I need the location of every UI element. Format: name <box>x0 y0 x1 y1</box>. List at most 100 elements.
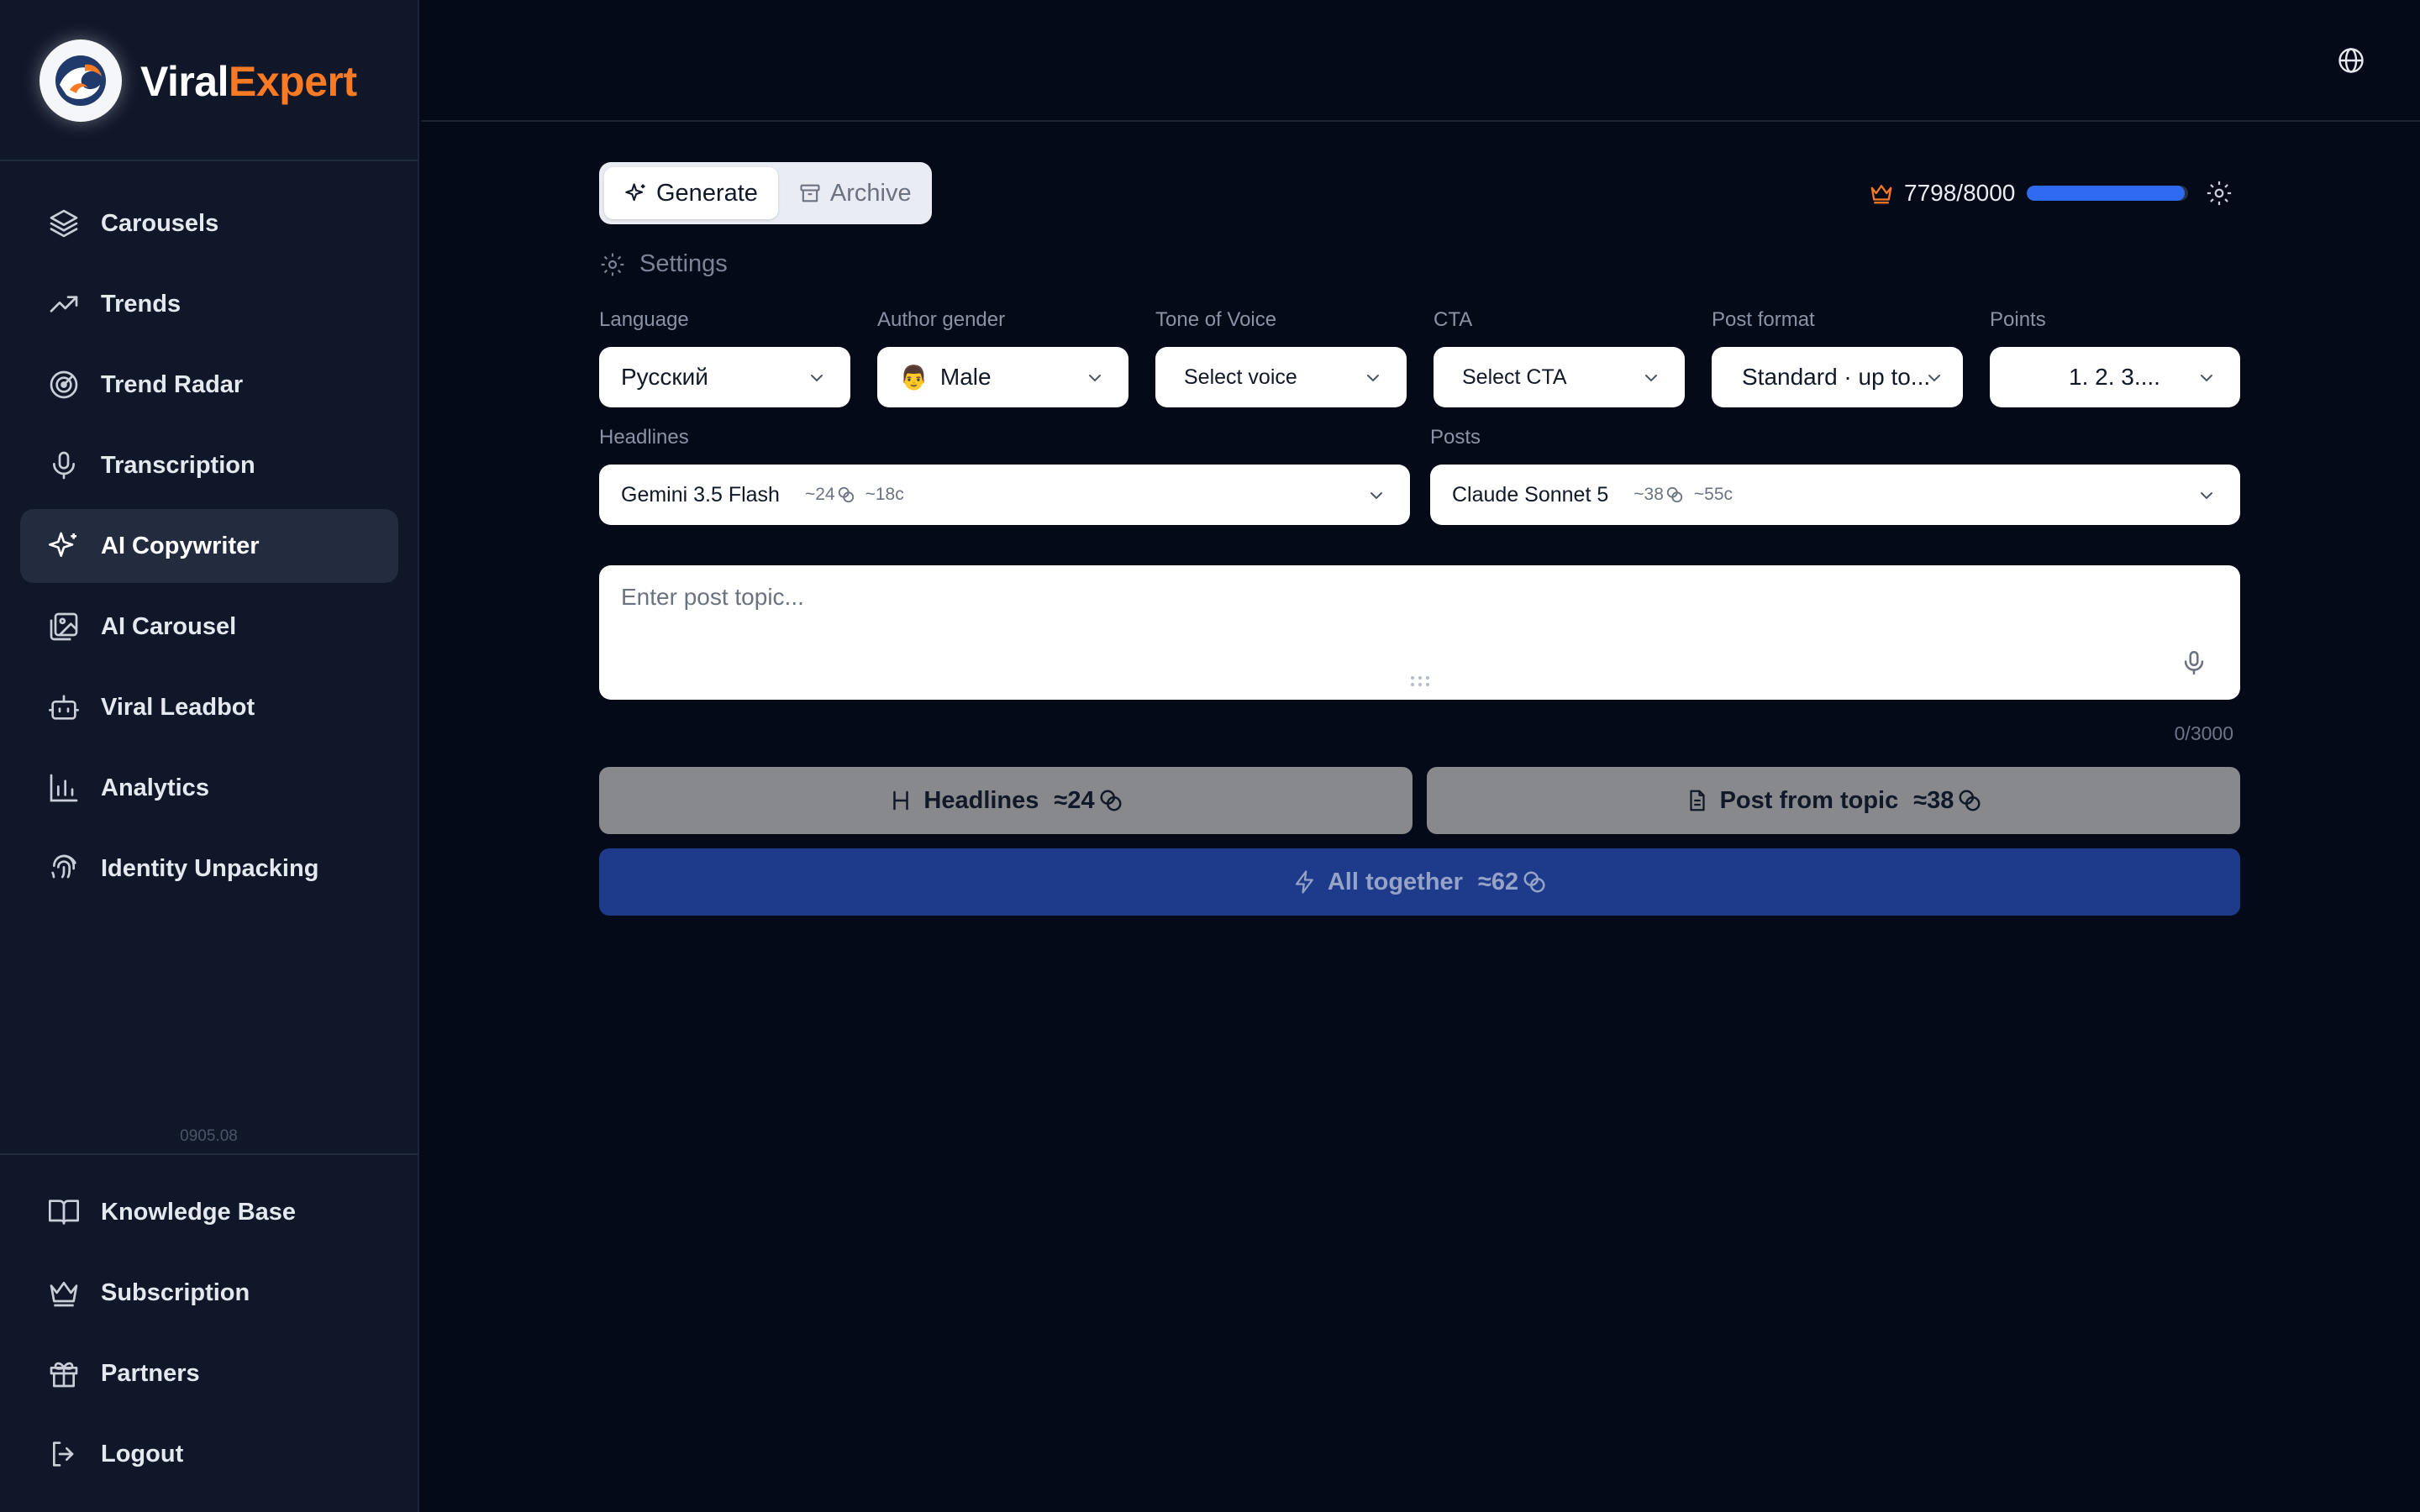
tab-generate[interactable]: Generate <box>604 167 778 219</box>
language-value: Русский <box>621 364 708 390</box>
tab-label: Archive <box>829 179 912 207</box>
settings-toggle[interactable]: Settings <box>599 250 728 278</box>
tab-label: Generate <box>656 179 758 207</box>
crown-icon <box>50 1282 78 1307</box>
sidebar-item-identity-unpacking[interactable]: Identity Unpacking <box>20 832 398 906</box>
posts-model-select[interactable]: Claude Sonnet 5 ~38 ~55c <box>1430 465 2240 525</box>
fingerprint-icon <box>51 854 76 879</box>
posts-model-cost-tokens: ~38 <box>1634 485 1664 504</box>
sidebar-item-label: Subscription <box>101 1278 250 1306</box>
resize-handle-icon[interactable] <box>1409 675 1431 688</box>
chevron-down-icon <box>1370 492 1382 500</box>
trending-up-icon <box>50 296 78 312</box>
sidebar-item-transcription[interactable]: Transcription <box>20 428 398 502</box>
points-value: 1. 2. 3.... <box>2069 364 2160 390</box>
sidebar-item-trends[interactable]: Trends <box>20 267 398 341</box>
archive-icon <box>800 184 820 202</box>
sparkles-icon <box>625 183 645 202</box>
tone-of-voice-select[interactable]: Select voice <box>1155 347 1407 407</box>
language-select[interactable]: Русский <box>599 347 850 407</box>
sidebar-item-ai-copywriter[interactable]: AI Copywriter <box>20 509 398 583</box>
usage-progress-bar <box>2027 186 2189 201</box>
settings-label: Settings <box>639 250 728 277</box>
sidebar-item-label: Viral Leadbot <box>101 693 255 721</box>
post-from-topic-button-cost: ≈38 <box>1913 786 1954 814</box>
tab-archive[interactable]: Archive <box>778 167 932 219</box>
brand-part-viral: Viral <box>140 58 229 105</box>
gift-icon <box>50 1362 78 1388</box>
headlines-model-cost-tokens: ~24 <box>804 485 835 504</box>
radar-icon <box>50 370 78 399</box>
all-together-button[interactable]: All together ≈62 <box>599 848 2240 916</box>
heading-icon <box>893 790 909 811</box>
coins-icon <box>1100 790 1122 811</box>
brand-part-expert: Expert <box>229 58 357 105</box>
coins-icon <box>838 486 854 503</box>
sidebar-item-label: Analytics <box>101 774 209 801</box>
sidebar-item-label: Identity Unpacking <box>101 854 319 882</box>
sidebar-item-trend-radar[interactable]: Trend Radar <box>20 348 398 422</box>
usage-meter: 7798/8000 <box>1869 175 2233 212</box>
main-nav: Carousels Trends Trend Radar Transcripti… <box>20 186 398 912</box>
post-topic-input[interactable]: Enter post topic... <box>599 565 2240 700</box>
post-from-topic-button[interactable]: Post from topic ≈38 <box>1427 767 2240 834</box>
chevron-down-icon <box>1367 375 1379 382</box>
sidebar-item-label: Trends <box>101 290 182 318</box>
language-label: Language <box>599 308 689 331</box>
chevron-down-icon <box>1645 375 1657 382</box>
headlines-button[interactable]: Headlines ≈24 <box>599 767 1413 834</box>
brand-name: ViralExpert <box>140 57 357 106</box>
gear-icon <box>601 253 624 276</box>
file-text-icon <box>1689 790 1705 811</box>
bot-icon <box>49 695 79 720</box>
gear-icon[interactable] <box>2205 179 2233 207</box>
post-format-value: Standard · up to... <box>1742 364 1928 390</box>
sidebar-item-label: AI Carousel <box>101 612 237 640</box>
lightning-icon <box>1295 870 1313 894</box>
usage-count: 7798/8000 <box>1904 180 2016 206</box>
globe-icon[interactable] <box>2336 45 2366 76</box>
coins-icon <box>1666 486 1683 503</box>
sidebar-item-partners[interactable]: Partners <box>20 1336 398 1410</box>
bar-chart-icon <box>50 774 78 802</box>
sidebar-divider <box>0 1153 418 1155</box>
crown-icon <box>1870 185 1892 204</box>
author-gender-label: Author gender <box>877 308 1006 331</box>
chevron-down-icon <box>2201 375 2212 382</box>
headlines-model-label: Headlines <box>599 426 689 449</box>
author-gender-select[interactable]: 👨 Male <box>877 347 1128 407</box>
sidebar-item-viral-leadbot[interactable]: Viral Leadbot <box>20 670 398 744</box>
bottom-nav: Knowledge Base Subscription Partners Log… <box>20 1175 398 1498</box>
headlines-button-cost: ≈24 <box>1054 786 1095 814</box>
chevron-down-icon <box>1928 375 1940 382</box>
cta-select[interactable]: Select CTA <box>1434 347 1685 407</box>
sidebar-item-label: Carousels <box>101 209 219 237</box>
sidebar-item-subscription[interactable]: Subscription <box>20 1256 398 1330</box>
sidebar-item-analytics[interactable]: Analytics <box>20 751 398 825</box>
images-icon <box>50 612 78 641</box>
coins-icon <box>1959 790 1981 811</box>
sidebar-item-label: Logout <box>101 1440 184 1467</box>
headlines-model-select[interactable]: Gemini 3.5 Flash ~24 ~18c <box>599 465 1410 525</box>
microphone-icon[interactable] <box>2180 648 2208 677</box>
mode-tabs: Generate Archive <box>599 162 932 224</box>
sidebar-item-ai-carousel[interactable]: AI Carousel <box>20 590 398 664</box>
cta-value: Select CTA <box>1462 365 1567 389</box>
sidebar-item-carousels[interactable]: Carousels <box>20 186 398 260</box>
chevron-down-icon <box>1089 375 1101 382</box>
tone-of-voice-value: Select voice <box>1184 365 1297 389</box>
post-from-topic-button-label: Post from topic <box>1719 786 1899 814</box>
sidebar: ViralExpert Carousels Trends Trend Radar… <box>0 0 419 1512</box>
chevron-down-icon <box>811 375 823 382</box>
all-together-button-cost: ≈62 <box>1477 868 1519 895</box>
post-format-select[interactable]: Standard · up to... <box>1712 347 1963 407</box>
cta-label: CTA <box>1434 308 1473 331</box>
all-together-button-label: All together <box>1327 868 1463 895</box>
logout-icon <box>52 1441 74 1467</box>
male-emoji-icon: 👨 <box>899 364 929 391</box>
sidebar-item-knowledge-base[interactable]: Knowledge Base <box>20 1175 398 1249</box>
top-bar <box>421 0 2420 122</box>
sidebar-item-logout[interactable]: Logout <box>20 1417 398 1491</box>
points-select[interactable]: 1. 2. 3.... <box>1990 347 2240 407</box>
logo[interactable] <box>39 39 122 122</box>
